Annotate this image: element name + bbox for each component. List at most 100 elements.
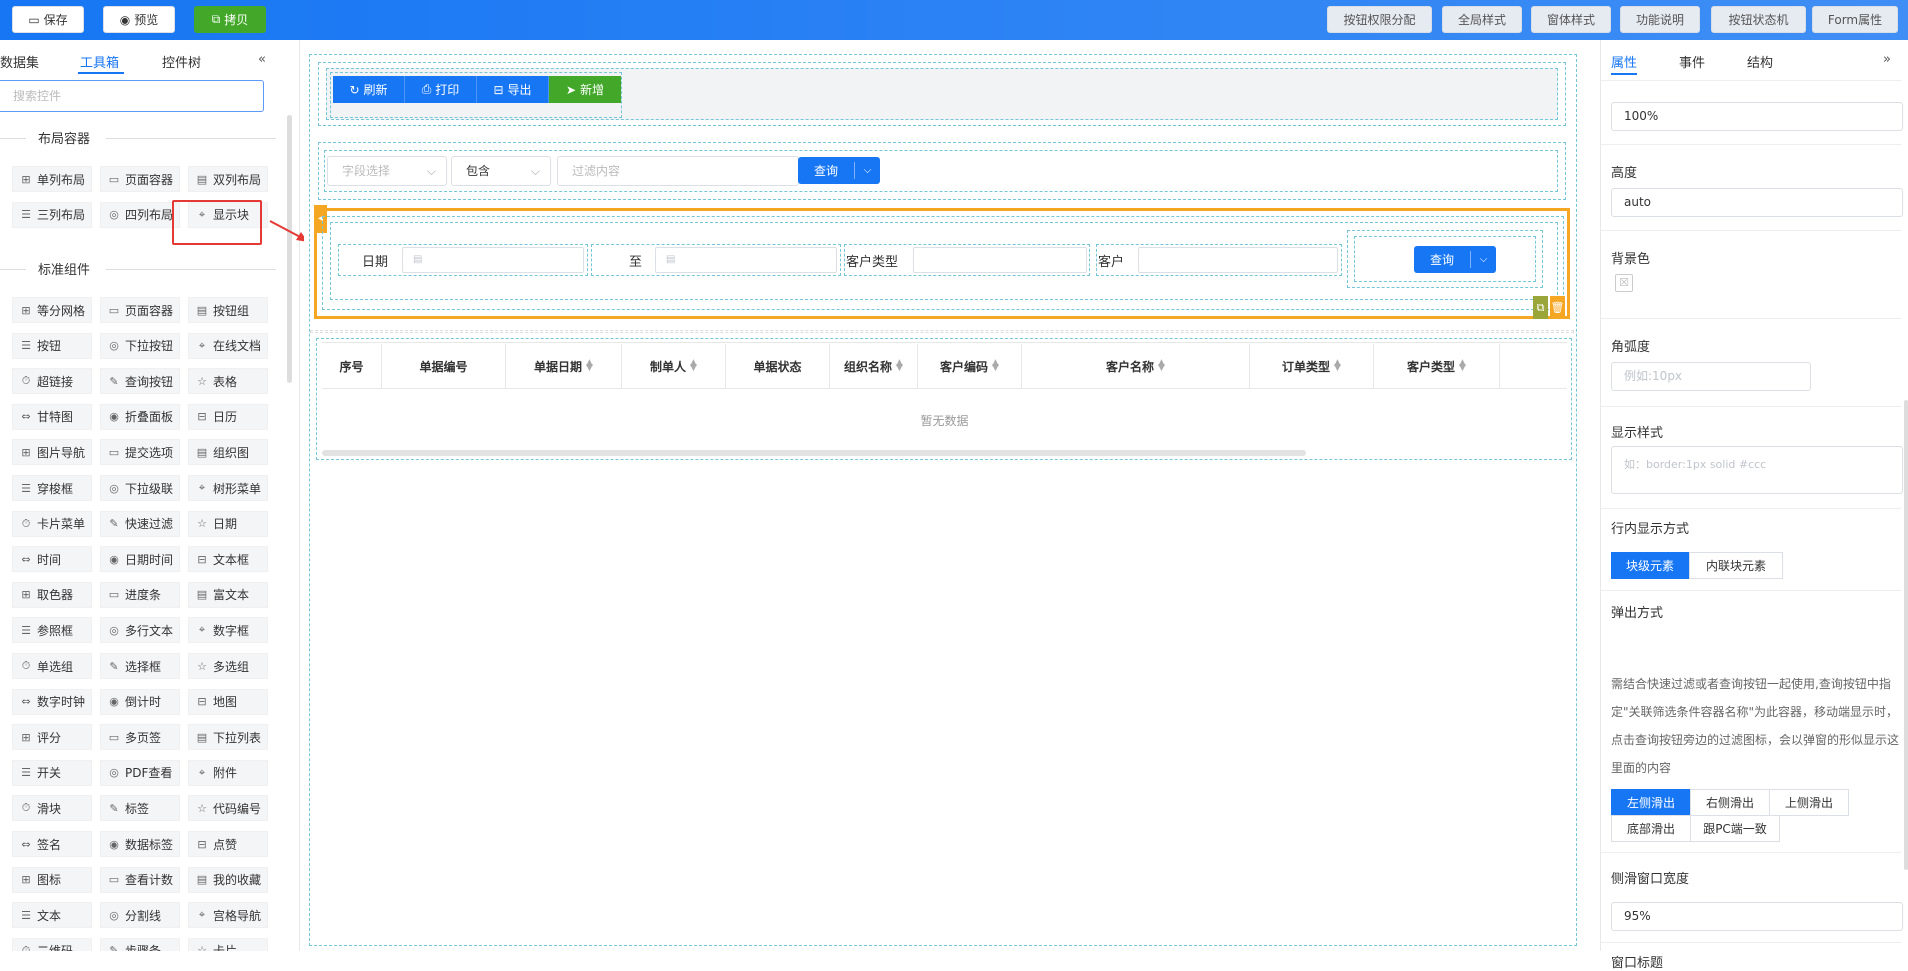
filter-value-input[interactable]: 过滤内容 — [557, 156, 799, 186]
table-header-cell[interactable]: 客户名称 ▲ ▼ — [1022, 344, 1250, 388]
copy-button[interactable]: ⧉ 拷贝 — [194, 6, 266, 33]
tool-item[interactable]: ✎ 快速过滤 — [100, 510, 180, 537]
customer-input[interactable] — [1138, 247, 1338, 273]
tool-item[interactable]: ⏱ 卡片菜单 — [12, 510, 92, 537]
color-picker-empty-icon[interactable]: ☒ — [1615, 274, 1633, 292]
double-chevron-left-icon[interactable]: « — [258, 52, 266, 67]
inline-option-inline-block[interactable]: 内联块元素 — [1689, 552, 1783, 579]
button-permission-button[interactable]: 按钮权限分配 — [1327, 6, 1432, 33]
tool-item[interactable]: ▭ 页面容器 — [100, 166, 180, 192]
tool-item[interactable]: ◎ 四列布局 — [100, 201, 180, 228]
chevron-down-icon[interactable]: ⌵ — [855, 157, 880, 184]
radius-input[interactable]: 例如:10px — [1611, 362, 1811, 391]
chevron-down-icon[interactable]: ⌵ — [1471, 246, 1496, 273]
tool-item[interactable]: ✎ 步骤条 — [100, 937, 180, 951]
popup-option-right[interactable]: 右侧滑出 — [1690, 789, 1770, 816]
tool-item[interactable]: ▤ 按钮组 — [188, 297, 268, 323]
add-button[interactable]: ➤ 新增 — [549, 76, 621, 103]
tab-toolbox[interactable]: 工具箱 — [80, 52, 119, 71]
tool-item[interactable]: ▤ 组织图 — [188, 439, 268, 466]
tool-item[interactable]: ⌖ 在线文档 — [188, 332, 268, 359]
save-button[interactable]: ▭ 保存 — [12, 6, 84, 33]
popup-option-pc[interactable]: 跟PC端一致 — [1690, 815, 1780, 842]
tool-item[interactable]: ☰ 文本 — [12, 902, 92, 929]
width-input[interactable]: 100% — [1611, 102, 1903, 131]
tool-item[interactable]: ☰ 穿梭框 — [12, 475, 92, 501]
tool-item[interactable]: ⏱ 超链接 — [12, 368, 92, 395]
tool-item[interactable]: ⊞ 图片导航 — [12, 439, 92, 466]
double-chevron-right-icon[interactable]: » — [1883, 52, 1891, 67]
trash-icon[interactable]: 🗑 — [1550, 296, 1565, 319]
tool-item[interactable]: ☆ 多选组 — [188, 653, 268, 679]
tab-events[interactable]: 事件 — [1679, 52, 1705, 71]
tool-item[interactable]: ✎ 标签 — [100, 795, 180, 822]
tool-item[interactable]: ◉ 倒计时 — [100, 688, 180, 715]
tool-item[interactable]: ⇔ 甘特图 — [12, 403, 92, 430]
table-header-cell[interactable]: 单据编号 — [382, 344, 506, 388]
tool-item[interactable]: ⏱ 单选组 — [12, 653, 92, 679]
tool-item[interactable]: ▭ 提交选项 — [100, 439, 180, 466]
tool-item[interactable]: ◎ PDF查看 — [100, 759, 180, 786]
sort-icon[interactable]: ▲ ▼ — [586, 359, 593, 373]
table-header-cell[interactable]: 制单人 ▲ ▼ — [622, 344, 726, 388]
window-style-button[interactable]: 窗体样式 — [1531, 6, 1611, 33]
sort-icon[interactable]: ▲ ▼ — [896, 359, 903, 373]
preview-button[interactable]: ◉ 预览 — [103, 6, 175, 33]
popup-option-bottom[interactable]: 底部滑出 — [1611, 815, 1691, 842]
table-header-cell[interactable]: 序号 — [322, 344, 382, 388]
tool-item[interactable]: ▭ 查看计数 — [100, 866, 180, 893]
tool-item[interactable]: ⇔ 时间 — [12, 546, 92, 573]
customer-type-input[interactable] — [913, 247, 1087, 273]
table-header-cell[interactable]: 单据日期 ▲ ▼ — [506, 344, 622, 388]
date-end-input[interactable]: ▤ — [655, 247, 837, 273]
tool-item[interactable]: ⊞ 单列布局 — [12, 166, 92, 192]
tool-item[interactable]: ⌖ 树形菜单 — [188, 475, 268, 501]
tool-item[interactable]: ◎ 多行文本 — [100, 617, 180, 644]
tab-control-tree[interactable]: 控件树 — [162, 52, 201, 71]
button-state-machine-button[interactable]: 按钮状态机 — [1711, 6, 1806, 33]
filter-query-button[interactable]: 查询 ⌵ — [798, 157, 880, 184]
tool-item[interactable]: ☆ 代码编号 — [188, 795, 268, 822]
tool-item[interactable]: ▭ 进度条 — [100, 581, 180, 608]
tool-item[interactable]: ◎ 下拉按钮 — [100, 332, 180, 359]
refresh-button[interactable]: ↻ 刷新 — [333, 76, 405, 103]
tool-item[interactable]: ⌖ 数字框 — [188, 617, 268, 644]
date-start-input[interactable]: ▤ — [402, 247, 584, 273]
popup-option-left[interactable]: 左侧滑出 — [1611, 789, 1691, 816]
print-button[interactable]: ⎙ 打印 — [405, 76, 477, 103]
search-input[interactable]: 搜索控件 — [0, 80, 264, 112]
tool-item[interactable]: ☰ 按钮 — [12, 332, 92, 359]
global-style-button[interactable]: 全局样式 — [1442, 6, 1522, 33]
form-properties-button[interactable]: Form属性 — [1812, 6, 1898, 33]
tool-item[interactable]: ⊞ 等分网格 — [12, 297, 92, 323]
form-query-button[interactable]: 查询 ⌵ — [1414, 246, 1496, 273]
table-header-cell[interactable]: 客户类型 ▲ ▼ — [1374, 344, 1500, 388]
tool-item[interactable]: ⊞ 图标 — [12, 866, 92, 893]
tool-item[interactable]: ☆ 卡片 — [188, 937, 268, 951]
tool-item[interactable]: ⏱ 二维码 — [12, 937, 92, 951]
table-header-cell[interactable]: 订单类型 ▲ ▼ — [1250, 344, 1374, 388]
tool-item[interactable]: ⇔ 数字时钟 — [12, 688, 92, 715]
tab-properties[interactable]: 属性 — [1611, 52, 1637, 71]
tool-item[interactable]: ☰ 参照框 — [12, 617, 92, 644]
tool-item[interactable]: ▭ 多页签 — [100, 724, 180, 751]
popup-option-top[interactable]: 上侧滑出 — [1769, 789, 1849, 816]
table-horizontal-scrollbar[interactable] — [322, 450, 1306, 456]
function-help-button[interactable]: 功能说明 — [1620, 6, 1700, 33]
tool-item[interactable]: ⇔ 签名 — [12, 831, 92, 857]
tool-item[interactable]: ◎ 分割线 — [100, 902, 180, 929]
duplicate-icon[interactable]: ⧉ — [1533, 296, 1548, 319]
tab-structure[interactable]: 结构 — [1747, 52, 1773, 71]
tab-dataset[interactable]: 数据集 — [0, 52, 39, 71]
tool-item[interactable]: ☆ 表格 — [188, 368, 268, 395]
sort-icon[interactable]: ▲ ▼ — [1158, 359, 1165, 373]
inline-option-block[interactable]: 块级元素 — [1611, 552, 1689, 579]
tool-item[interactable]: ⌖ 宫格导航 — [188, 902, 268, 929]
tool-item[interactable]: ▤ 双列布局 — [188, 166, 268, 192]
tool-item[interactable]: ▤ 下拉列表 — [188, 724, 268, 751]
tool-item[interactable]: ⊟ 地图 — [188, 688, 268, 715]
tool-item[interactable]: ⊞ 评分 — [12, 724, 92, 751]
tool-item[interactable]: ⊟ 点赞 — [188, 831, 268, 857]
tool-item[interactable]: ⊟ 日历 — [188, 403, 268, 430]
export-button[interactable]: ⊟ 导出 — [477, 76, 549, 103]
